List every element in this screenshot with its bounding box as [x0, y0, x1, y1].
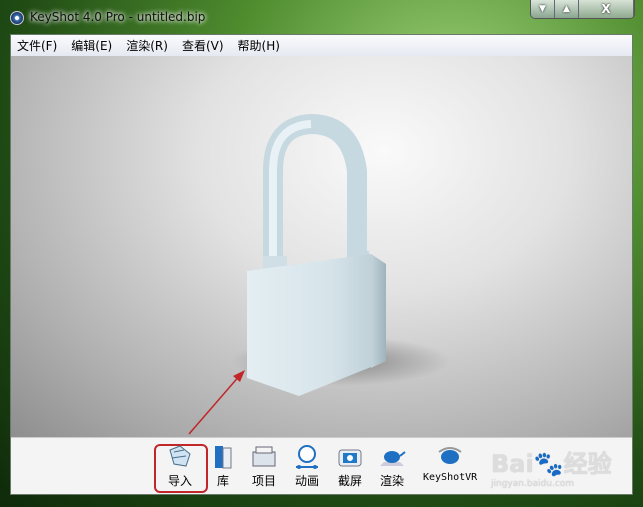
client-area: 文件(F) 编辑(E) 渲染(R) 查看(V) 帮助(H) 导入 库 项目 动画…	[10, 34, 633, 495]
animation-label: 动画	[294, 474, 319, 488]
minimize-button[interactable]: ▼	[531, 0, 555, 18]
keyshotvr-button[interactable]: KeyShotVR	[423, 444, 477, 483]
baidu-watermark-logo: Bai🐾经验 jingyan.baidu.com	[491, 450, 612, 489]
render-button[interactable]: 渲染	[378, 444, 406, 489]
import-label: 导入	[167, 474, 192, 488]
menu-render[interactable]: 渲染(R)	[126, 37, 168, 54]
keyshotvr-teapot-icon	[438, 447, 462, 464]
project-icon	[252, 446, 276, 467]
screenshot-label: 截屏	[337, 474, 362, 488]
red-arrow-annotation	[188, 370, 245, 435]
import-button[interactable]: 导入	[166, 444, 194, 489]
project-button[interactable]: 项目	[250, 444, 278, 489]
menu-file[interactable]: 文件(F)	[17, 37, 57, 54]
library-button[interactable]: 库	[209, 444, 237, 489]
animation-button[interactable]: 动画	[293, 444, 321, 489]
menu-view[interactable]: 查看(V)	[182, 37, 224, 54]
render-viewport[interactable]	[11, 56, 632, 437]
animation-icon	[296, 445, 318, 469]
render-teapot-icon	[380, 451, 406, 466]
title-bar: KeyShot 4.0 Pro - untitled.bip ▼ ▲ X	[0, 0, 643, 34]
keyshot-app-icon[interactable]	[10, 11, 24, 25]
caption-buttons: ▼ ▲ X	[530, 0, 635, 19]
close-button[interactable]: X	[579, 0, 634, 18]
window-title: KeyShot 4.0 Pro - untitled.bip	[30, 10, 206, 24]
screenshot-icon	[338, 449, 362, 467]
menu-edit[interactable]: 编辑(E)	[71, 37, 112, 54]
import-icon	[169, 445, 191, 467]
library-label: 库	[216, 474, 229, 488]
keyshotvr-label: KeyShotVR	[423, 472, 478, 483]
menu-help[interactable]: 帮助(H)	[238, 37, 280, 54]
screenshot-button[interactable]: 截屏	[336, 444, 364, 489]
project-label: 项目	[251, 474, 276, 488]
bottom-toolbar: 导入 库 项目 动画 截屏 渲染 KeyShotVR Bai🐾经验 jingyan…	[11, 437, 632, 494]
menu-bar: 文件(F) 编辑(E) 渲染(R) 查看(V) 帮助(H)	[11, 35, 632, 56]
maximize-button[interactable]: ▲	[555, 0, 579, 18]
library-icon	[215, 446, 232, 469]
render-label: 渲染	[379, 474, 404, 488]
